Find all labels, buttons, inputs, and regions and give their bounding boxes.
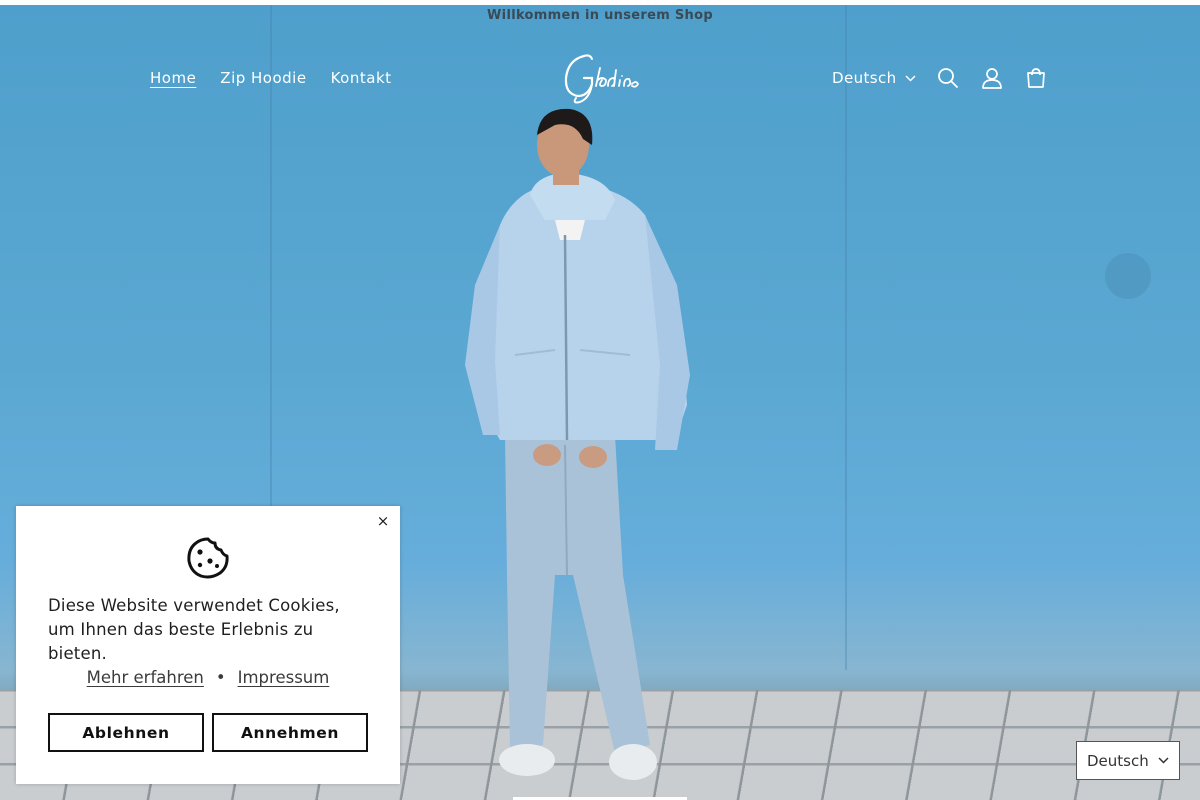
link-separator: • — [215, 668, 226, 687]
cookie-message: Diese Website verwendet Cookies, um Ihne… — [48, 596, 340, 663]
accept-button[interactable]: Annehmen — [212, 713, 368, 752]
main-nav: Home Zip Hoodie Kontakt — [138, 66, 404, 90]
close-icon[interactable]: × — [374, 512, 392, 530]
more-info-link[interactable]: Mehr erfahren — [87, 668, 204, 687]
nav-item-kontakt[interactable]: Kontakt — [319, 66, 404, 90]
cart-icon — [1026, 68, 1045, 88]
nav-item-zip-hoodie[interactable]: Zip Hoodie — [208, 66, 318, 90]
wall-spot — [1105, 253, 1151, 299]
chevron-down-icon — [1158, 757, 1169, 764]
decline-button[interactable]: Ablehnen — [48, 713, 204, 752]
search-button[interactable] — [926, 60, 970, 96]
footer-language-selector[interactable]: Deutsch — [1076, 741, 1180, 780]
cookie-banner: × Diese Website verwendet Cookies, um Ih… — [16, 506, 400, 784]
header-actions: Deutsch — [822, 60, 1058, 96]
footer-language-label: Deutsch — [1087, 751, 1149, 770]
language-selector[interactable]: Deutsch — [822, 69, 926, 87]
announcement-bar: Willkommen in unserem Shop — [487, 8, 713, 23]
cart-button[interactable] — [1014, 60, 1058, 96]
cookie-links: Mehr erfahren • Impressum — [48, 668, 368, 687]
language-label: Deutsch — [832, 69, 897, 87]
chevron-down-icon — [905, 74, 916, 82]
model-figure — [465, 108, 690, 780]
search-icon — [937, 68, 958, 88]
brand-logo[interactable] — [558, 50, 642, 106]
imprint-link[interactable]: Impressum — [238, 668, 330, 687]
account-icon — [981, 68, 1002, 89]
wall-seam — [845, 5, 847, 670]
cookie-icon — [187, 537, 229, 579]
account-button[interactable] — [970, 60, 1014, 96]
cookie-actions: Ablehnen Annehmen — [48, 713, 368, 752]
nav-item-home[interactable]: Home — [138, 66, 208, 90]
